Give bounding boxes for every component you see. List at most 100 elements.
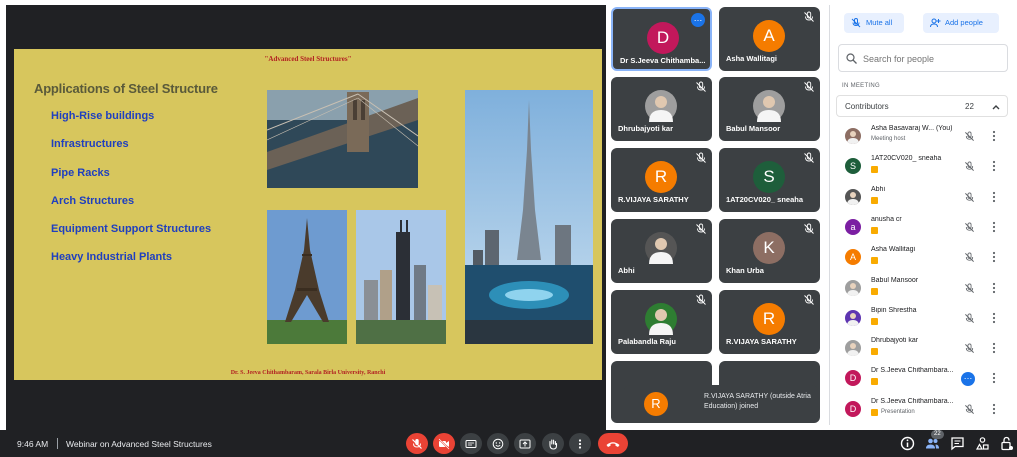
participant-avatar: D: [845, 400, 861, 417]
more-options-icon[interactable]: [990, 402, 998, 416]
profile-photo: [847, 191, 859, 205]
add-people-label: Add people: [945, 18, 983, 27]
mic-off-icon[interactable]: [964, 343, 975, 354]
toast-avatar: R: [644, 392, 668, 416]
reactions-button[interactable]: [487, 433, 509, 454]
mic-off-icon[interactable]: [964, 161, 975, 172]
more-options-icon[interactable]: …: [691, 13, 705, 27]
more-options-icon[interactable]: [990, 341, 998, 355]
mic-toggle-button[interactable]: [406, 433, 428, 454]
participant-name: Abhi: [871, 185, 886, 193]
participant-tile[interactable]: A Asha Wallitagi: [719, 7, 820, 71]
chat-icon[interactable]: [950, 436, 965, 451]
raise-hand-button[interactable]: [542, 433, 564, 454]
participant-row[interactable]: Abhi: [836, 183, 1008, 212]
captions-icon: [465, 440, 477, 448]
participant-name: 1AT20CV020_ sneaha: [871, 155, 942, 163]
participant-name: Dhrubajyoti kar: [618, 124, 674, 133]
participant-name: 1AT20CV020_ sneaha: [726, 195, 803, 204]
participant-row[interactable]: D Dr S.Jeeva Chithambara...…: [836, 364, 1008, 393]
participant-tile[interactable]: Palabandla Raju: [611, 290, 712, 354]
more-options-icon[interactable]: [990, 281, 998, 295]
activities-icon[interactable]: [975, 436, 990, 451]
participant-avatar: [845, 279, 861, 296]
in-meeting-heading: IN MEETING: [842, 83, 881, 89]
participant-name: Dr S.Jeeva Chithamba...: [620, 56, 706, 65]
mic-off-icon[interactable]: [964, 192, 975, 203]
participant-tile[interactable]: S 1AT20CV020_ sneaha: [719, 148, 820, 212]
chevron-up-icon[interactable]: [991, 102, 1001, 112]
participant-row[interactable]: S 1AT20CV020_ sneaha: [836, 152, 1008, 181]
mic-off-icon[interactable]: [964, 252, 975, 263]
add-people-button[interactable]: Add people: [923, 13, 999, 33]
mic-off-icon[interactable]: [964, 131, 975, 142]
emoji-icon: [492, 438, 504, 450]
mic-off-icon[interactable]: [964, 313, 975, 324]
participant-name: anusha cr: [871, 215, 902, 223]
search-input[interactable]: [863, 51, 1003, 66]
leave-call-button[interactable]: [598, 433, 628, 454]
participant-row[interactable]: a anusha cr: [836, 213, 1008, 242]
mute-all-label: Mute all: [866, 18, 893, 27]
present-now-button[interactable]: [514, 433, 536, 454]
participant-tile[interactable]: R R.VIJAYA SARATHY: [611, 148, 712, 212]
participant-row[interactable]: Bipin Shrestha: [836, 304, 1008, 333]
more-options-icon[interactable]: [990, 190, 998, 204]
more-options-icon[interactable]: [990, 371, 998, 385]
mic-off-icon: [696, 223, 706, 234]
participant-avatar: R: [753, 303, 785, 335]
captions-button[interactable]: [460, 433, 482, 454]
participant-tile[interactable]: Dhrubajyoti kar: [611, 77, 712, 141]
participant-tile[interactable]: D Dr S.Jeeva Chithamba...…: [611, 7, 712, 71]
contributor-badge-icon: [871, 196, 878, 204]
mic-off-icon[interactable]: [964, 404, 975, 415]
participant-tile[interactable]: Abhi: [611, 219, 712, 283]
participant-name: Dr S.Jeeva Chithambara...: [871, 397, 954, 405]
contributors-group-header[interactable]: Contributors 22: [836, 95, 1008, 117]
participant-avatar: D: [845, 370, 861, 387]
participant-row[interactable]: A Asha Wallitagi: [836, 243, 1008, 272]
mic-off-icon: [696, 81, 706, 92]
contributor-badge-icon: [871, 257, 878, 265]
camera-toggle-button[interactable]: [433, 433, 455, 454]
more-options-icon[interactable]: [990, 159, 998, 173]
participant-tile[interactable]: K Khan Urba: [719, 219, 820, 283]
mic-off-icon: [851, 18, 861, 28]
people-search[interactable]: [838, 44, 1008, 72]
more-options-icon[interactable]: [990, 220, 998, 234]
mic-off-icon[interactable]: [964, 222, 975, 233]
profile-photo: [847, 312, 859, 326]
participant-avatar: A: [845, 249, 861, 266]
participant-avatar: [845, 340, 861, 357]
participant-name: Palabandla Raju: [618, 337, 676, 346]
slide-bullet: Pipe Racks: [51, 166, 110, 179]
contributor-badge-icon: [871, 408, 878, 416]
participant-role: Meeting host: [871, 136, 906, 142]
profile-photo: [649, 96, 673, 122]
host-controls-icon[interactable]: [999, 436, 1014, 451]
participant-name: Bipin Shrestha: [871, 306, 917, 314]
speaking-indicator-icon: …: [961, 372, 975, 387]
mute-all-button[interactable]: Mute all: [844, 13, 904, 33]
participant-row[interactable]: Dhrubajyoti kar: [836, 334, 1008, 363]
mic-off-icon[interactable]: [964, 283, 975, 294]
participant-row[interactable]: Asha Basavaraj W... (You) Meeting host: [836, 122, 1008, 151]
people-panel: Mute all Add people IN MEETING Contribut…: [829, 5, 1013, 425]
participant-avatar: [845, 188, 861, 205]
more-options-button[interactable]: [569, 433, 591, 454]
participant-name: Asha Wallitagi: [871, 246, 916, 254]
profile-photo: [649, 238, 673, 264]
info-icon[interactable]: [900, 436, 915, 451]
participant-tile[interactable]: R R.VIJAYA SARATHY: [719, 290, 820, 354]
participant-tile[interactable]: Babul Mansoor: [719, 77, 820, 141]
participant-row[interactable]: Babul Mansoor: [836, 274, 1008, 303]
participant-avatar: K: [753, 232, 785, 264]
participant-avatar: S: [753, 161, 785, 193]
add-person-icon: [930, 18, 941, 28]
meeting-clock: 9:46 AM: [17, 439, 49, 449]
more-options-icon[interactable]: [990, 129, 998, 143]
more-options-icon[interactable]: [990, 250, 998, 264]
mic-off-icon: [804, 11, 814, 22]
more-options-icon[interactable]: [990, 311, 998, 325]
participant-row[interactable]: D Dr S.Jeeva Chithambara... Presentation: [836, 395, 1008, 424]
